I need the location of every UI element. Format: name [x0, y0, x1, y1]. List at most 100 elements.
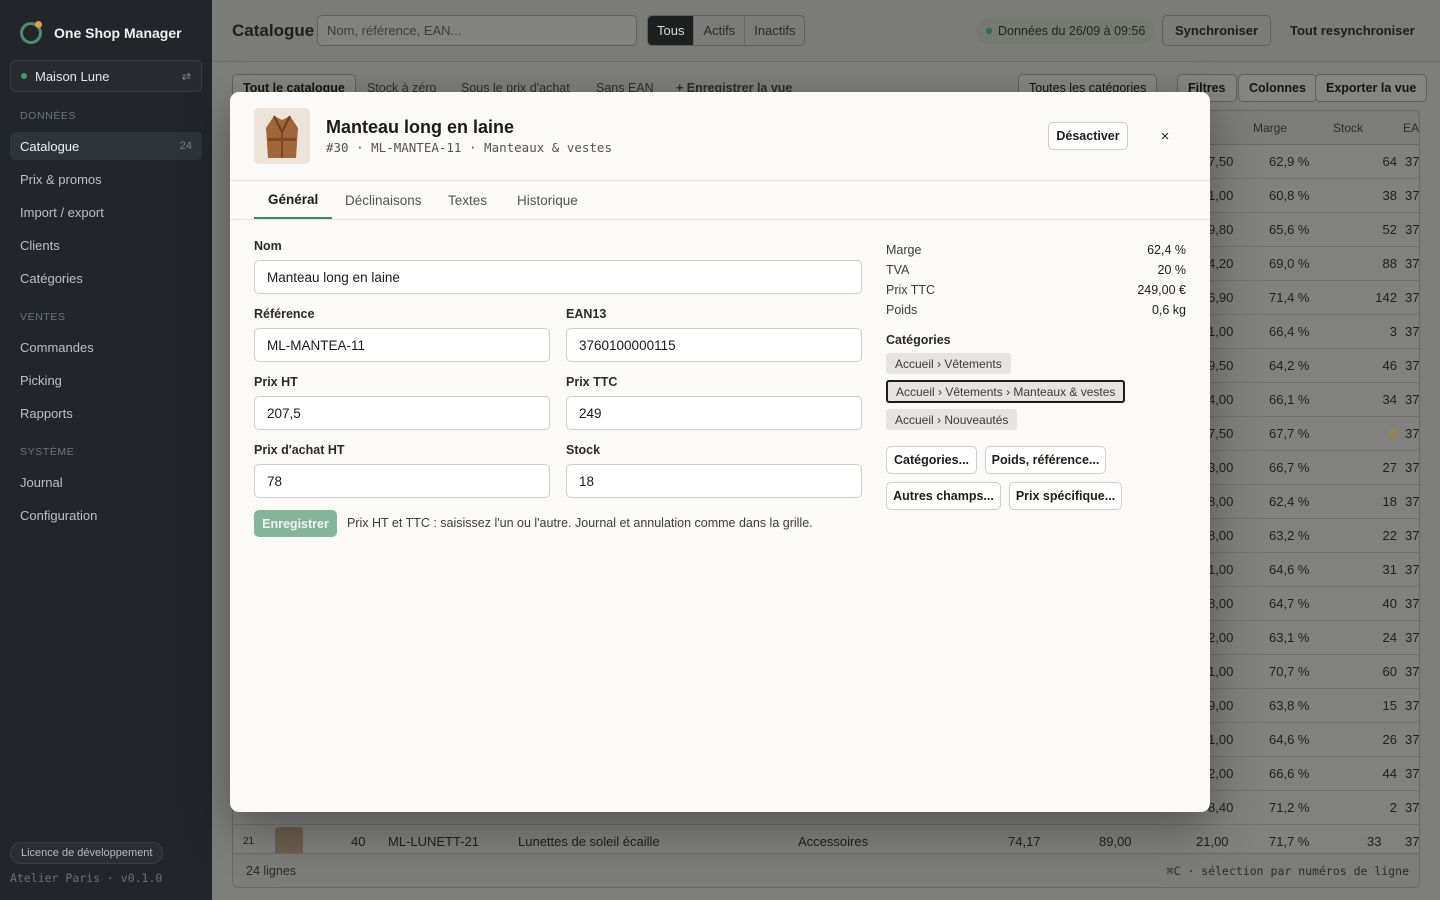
- cell-margin: 64,2 %: [1269, 358, 1310, 373]
- cell-ean: 37: [1405, 732, 1420, 747]
- summary-price-ttc: Prix TTC 249,00 €: [886, 283, 1186, 301]
- cell-buy-price: 6,90: [1208, 290, 1234, 305]
- weight-reference-button[interactable]: Poids, référence...: [985, 446, 1106, 474]
- cell-stock: 88: [1382, 256, 1397, 271]
- sidebar-item-rapports[interactable]: Rapports: [10, 399, 202, 427]
- category-chip-default[interactable]: Accueil › Vêtements › Manteaux & vestes: [886, 380, 1126, 403]
- category-chip[interactable]: Accueil › Nouveautés: [886, 409, 1018, 430]
- resync-all-button[interactable]: Tout resynchroniser: [1277, 15, 1428, 46]
- sync-button[interactable]: Synchroniser: [1162, 15, 1272, 46]
- stock-field[interactable]: [566, 464, 862, 498]
- summary-key: Poids: [886, 303, 918, 317]
- sidebar-item-label: Catalogue: [20, 138, 80, 154]
- cell-buy-price: 8,00: [1208, 494, 1234, 509]
- export-view-button[interactable]: Exporter la vue: [1315, 74, 1428, 102]
- sidebar-item-commandes[interactable]: Commandes: [10, 333, 202, 361]
- summary-key: Prix TTC: [886, 283, 936, 297]
- topbar: Catalogue Nom, référence, EAN... Tous Ac…: [212, 0, 1440, 62]
- cell-buy-price: 3,00: [1208, 460, 1234, 475]
- filter-actifs[interactable]: Actifs: [694, 16, 746, 45]
- cell-ean: 37: [1405, 222, 1420, 237]
- table-footer: 24 lignes ⌘C · sélection par numéros de …: [233, 853, 1419, 887]
- tab-historique[interactable]: Historique: [503, 181, 592, 219]
- category-chip[interactable]: Accueil › Vêtements: [886, 353, 1011, 374]
- save-button[interactable]: Enregistrer: [254, 510, 337, 537]
- shop-switcher[interactable]: Maison Lune ⇄: [10, 60, 202, 92]
- sidebar-item-count: 24: [179, 140, 192, 152]
- filter-tous[interactable]: Tous: [648, 16, 695, 45]
- sidebar-item-configuration[interactable]: Configuration: [10, 501, 202, 529]
- tab-textes[interactable]: Textes: [434, 181, 501, 219]
- cell-stock: 26: [1382, 732, 1397, 747]
- sidebar-item-picking[interactable]: Picking: [10, 366, 202, 394]
- categories-button[interactable]: Catégories...: [886, 446, 977, 474]
- filter-inactifs[interactable]: Inactifs: [745, 16, 804, 45]
- product-modal: Manteau long en laine #30 · ML-MANTEA-11…: [230, 92, 1210, 812]
- cell-ean: 37: [1405, 562, 1420, 577]
- sidebar-item-catalogue[interactable]: Catalogue 24: [10, 132, 202, 160]
- sidebar-item-categories[interactable]: Catégories: [10, 264, 202, 292]
- reference-field[interactable]: [254, 328, 550, 362]
- columns-button[interactable]: Colonnes: [1238, 74, 1317, 102]
- cell-name: Lunettes de soleil écaille: [518, 834, 660, 849]
- tab-declinaisons[interactable]: Déclinaisons: [331, 181, 436, 219]
- specific-price-button[interactable]: Prix spécifique...: [1009, 482, 1122, 510]
- purchase-price-label: Prix d'achat HT: [254, 443, 345, 457]
- price-ttc-field[interactable]: [566, 396, 862, 430]
- cell-buy-price: 2,00: [1208, 766, 1234, 781]
- cell-stock: 52: [1382, 222, 1397, 237]
- purchase-price-field[interactable]: [254, 464, 550, 498]
- cell-ean: 37: [1405, 290, 1420, 305]
- sidebar-item-journal[interactable]: Journal: [10, 468, 202, 496]
- cell-margin: 65,6 %: [1269, 222, 1310, 237]
- deactivate-button[interactable]: Désactiver: [1048, 122, 1128, 150]
- cell-buy-price: 9,80: [1208, 222, 1234, 237]
- price-ht-field[interactable]: [254, 396, 550, 430]
- cell-ean: 37: [1405, 596, 1420, 611]
- cell-stock: 31: [1382, 562, 1397, 577]
- cell-margin: 71,4 %: [1269, 290, 1310, 305]
- column-header-stock[interactable]: Stock: [1333, 121, 1363, 135]
- column-header-ean[interactable]: EA: [1403, 121, 1419, 135]
- sidebar-item-prix-promos[interactable]: Prix & promos: [10, 165, 202, 193]
- sidebar: One Shop Manager Maison Lune ⇄ Données C…: [0, 0, 212, 900]
- cell-ean: 37: [1405, 460, 1420, 475]
- search-input[interactable]: Nom, référence, EAN...: [317, 15, 637, 46]
- name-field[interactable]: [254, 260, 862, 294]
- cell-buy-price: 9,50: [1208, 358, 1234, 373]
- nav-section-systeme: Système: [20, 446, 75, 458]
- cell-ean: 37: [1405, 766, 1420, 781]
- cell-buy-price: 8,40: [1208, 800, 1234, 815]
- sidebar-item-label: Prix & promos: [20, 171, 102, 187]
- form-hint: Prix HT et TTC : saisissez l'un ou l'aut…: [347, 516, 813, 530]
- modal-subtitle: #30 · ML-MANTEA-11 · Manteaux & vestes: [326, 140, 612, 155]
- cell-ht: 74,17: [1008, 834, 1041, 849]
- cell-ttc: 89,00: [1099, 834, 1132, 849]
- other-fields-button[interactable]: Autres champs...: [886, 482, 1001, 510]
- cell-margin: 67,7 %: [1269, 426, 1310, 441]
- cell-buy-price: 2,00: [1208, 630, 1234, 645]
- swap-icon: ⇄: [181, 70, 191, 83]
- cell-margin: 62,4 %: [1269, 494, 1310, 509]
- cell-buy-price: 7,50: [1208, 426, 1234, 441]
- summary-key: Marge: [886, 243, 922, 257]
- modal-title: Manteau long en laine: [326, 117, 515, 137]
- tab-general[interactable]: Général: [254, 181, 333, 219]
- cell-ean: 37: [1405, 834, 1420, 849]
- column-header-margin[interactable]: Marge: [1253, 121, 1287, 135]
- cell-ean: 37: [1405, 630, 1420, 645]
- cell-ean: 37: [1405, 358, 1420, 373]
- cell-stock: 2: [1389, 800, 1397, 815]
- sidebar-item-label: Import / export: [20, 204, 104, 220]
- page-title: Catalogue: [232, 21, 315, 40]
- sync-status-badge: Données du 26/09 à 09:56: [976, 18, 1156, 44]
- cell-stock: 44: [1382, 766, 1397, 781]
- cell-stock: 34: [1382, 392, 1397, 407]
- sidebar-item-import-export[interactable]: Import / export: [10, 198, 202, 226]
- cell-margin: 66,6 %: [1269, 766, 1310, 781]
- sidebar-item-clients[interactable]: Clients: [10, 231, 202, 259]
- license-badge: Licence de développement: [10, 842, 164, 864]
- close-icon[interactable]: ×: [1154, 125, 1176, 147]
- ean-field[interactable]: [566, 328, 862, 362]
- shop-name: Maison Lune: [35, 68, 110, 84]
